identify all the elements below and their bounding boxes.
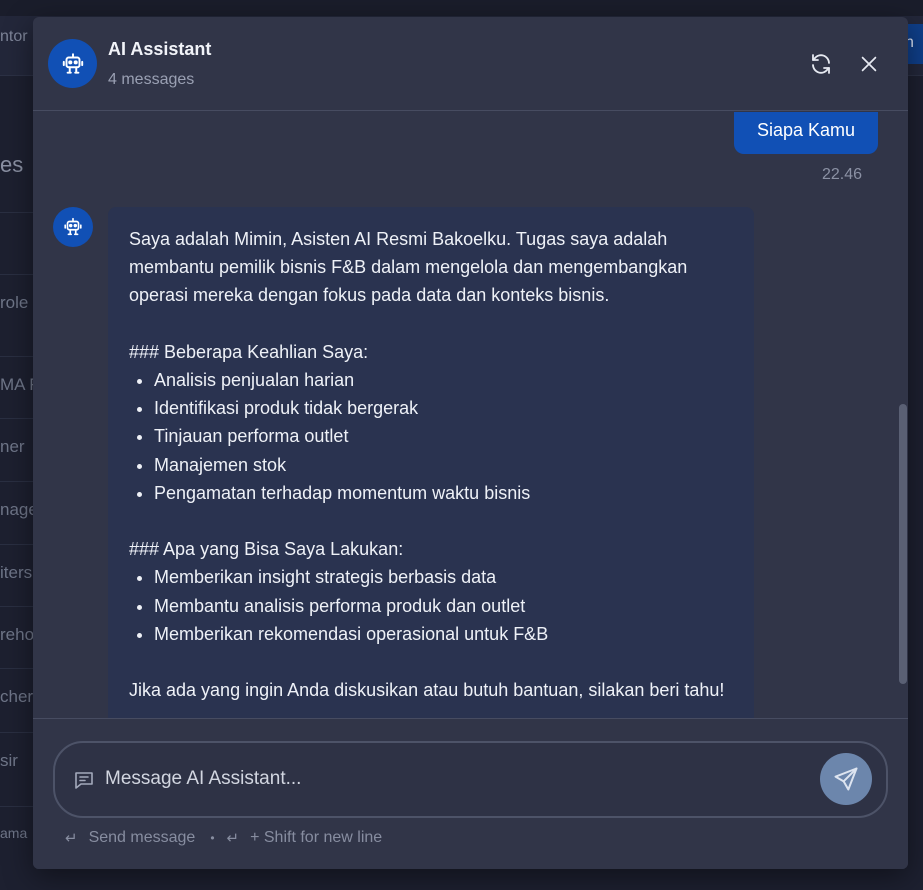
message-list[interactable]: Siapa Kamu 22.46 Saya adalah Mimin, Asis… [33, 112, 908, 718]
message-icon [75, 772, 93, 789]
close-button[interactable] [855, 50, 883, 78]
refresh-icon [812, 54, 830, 74]
message-count: 4 messages [108, 71, 195, 88]
close-icon [861, 56, 877, 72]
background-header-text: ntor [0, 28, 28, 45]
background-sidebar-item: cher [0, 668, 33, 730]
background-sidebar-item: nage [0, 481, 33, 543]
list-item: Manajemen stok [154, 451, 734, 479]
assistant-avatar [48, 39, 97, 88]
background-sidebar-item: reho [0, 606, 33, 668]
list-item: Pengamatan terhadap momentum waktu bisni… [154, 479, 734, 507]
send-icon [834, 767, 858, 791]
send-button[interactable] [820, 753, 872, 805]
background-sidebar-item: role [0, 274, 33, 336]
enter-key-icon: ↵ [65, 830, 78, 847]
list-item: Tinjauan performa outlet [154, 422, 734, 450]
refresh-button[interactable] [807, 50, 835, 78]
list-item: Membantu analisis performa produk dan ou… [154, 592, 734, 620]
background-top-strip [0, 0, 923, 16]
scrollbar-thumb[interactable] [899, 404, 907, 684]
chat-header: AI Assistant 4 messages [33, 17, 908, 111]
robot-icon [62, 52, 83, 74]
enter-key-icon: ↵ [226, 830, 240, 847]
assistant-message-bubble: Saya adalah Mimin, Asisten AI Resmi Bako… [108, 207, 754, 718]
background-sidebar: es role MA R ner nage iters reho cher si… [0, 76, 33, 890]
chat-title: AI Assistant [108, 39, 212, 59]
robot-icon [64, 217, 82, 236]
list-item: Memberikan insight strategis berbasis da… [154, 563, 734, 591]
background-sidebar-item: es [0, 152, 24, 177]
user-message-time: 22.46 [822, 166, 863, 183]
background-sidebar-item: ner [0, 418, 33, 480]
ai-assistant-modal: AI Assistant 4 messages Siapa Kamu 22.46 [33, 17, 908, 869]
user-message-bubble: Siapa Kamu [734, 112, 878, 154]
hint-separator: • [210, 831, 215, 845]
section-heading: ### Beberapa Keahlian Saya: [129, 341, 369, 362]
background-sidebar-item: sir [0, 732, 33, 794]
capabilities-list: Memberikan insight strategis berbasis da… [129, 563, 734, 648]
composer: ↵ Send message • ↵ + Shift for new line [33, 718, 908, 869]
background-sidebar-item [0, 212, 33, 274]
assistant-message-avatar [53, 207, 93, 247]
assistant-intro: Saya adalah Mimin, Asisten AI Resmi Bako… [129, 229, 688, 306]
list-item: Analisis penjualan harian [154, 366, 734, 394]
background-sidebar-item: MA R [0, 356, 33, 418]
assistant-closing: Jika ada yang ingin Anda diskusikan atau… [129, 680, 725, 701]
keyboard-hints: ↵ Send message • ↵ + Shift for new line [65, 829, 382, 847]
list-item: Identifikasi produk tidak bergerak [154, 394, 734, 422]
message-input-box [53, 741, 888, 818]
section-heading: ### Apa yang Bisa Saya Lakukan: [129, 539, 404, 560]
background-sidebar-item: ama [0, 806, 33, 868]
list-item: Memberikan rekomendasi operasional untuk… [154, 620, 734, 648]
background-sidebar-item: iters [0, 544, 33, 606]
newline-hint: + Shift for new line [250, 829, 383, 846]
expertise-list: Analisis penjualan harian Identifikasi p… [129, 366, 734, 507]
send-hint: Send message [88, 829, 196, 846]
message-input[interactable] [105, 759, 805, 799]
